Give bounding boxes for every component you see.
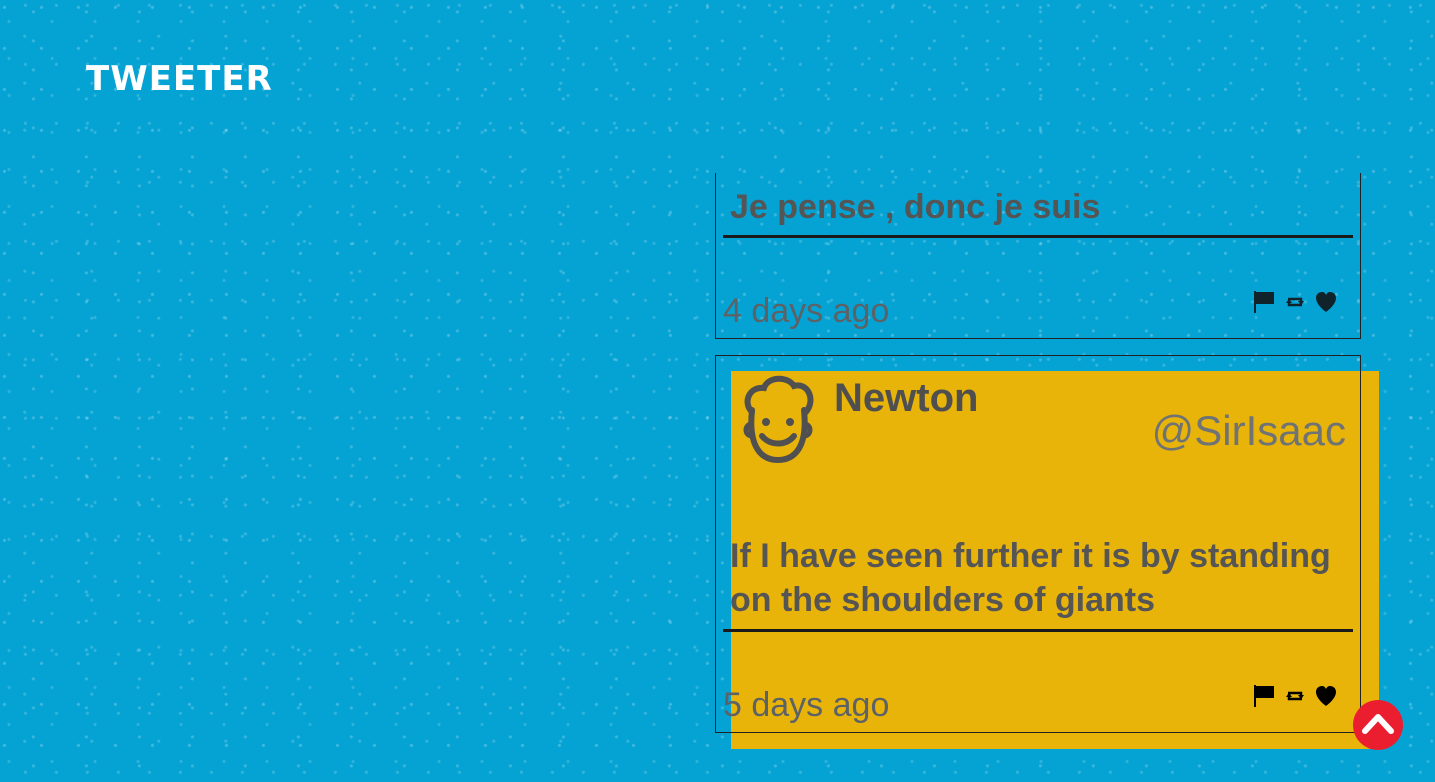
tweet-card: Je pense , donc je suis 4 days ago <box>715 173 1361 339</box>
tweet-content: Je pense , donc je suis <box>730 188 1101 226</box>
avatar <box>730 370 826 466</box>
tweet-content: If I have seen further it is by standing… <box>730 537 1331 619</box>
retweet-icon[interactable] <box>1284 687 1306 705</box>
tweet-divider <box>723 629 1353 632</box>
flag-icon[interactable] <box>1252 684 1276 708</box>
retweet-icon[interactable] <box>1284 293 1306 311</box>
tweet-feed: Je pense , donc je suis 4 days ago Newto… <box>715 0 1379 782</box>
scroll-to-top-button[interactable] <box>1353 700 1403 750</box>
heart-icon[interactable] <box>1314 291 1338 313</box>
tweet-timestamp: 4 days ago <box>723 292 890 330</box>
brand-logo[interactable]: TWEETER <box>86 62 273 96</box>
tweet-author-name: Newton <box>834 376 979 420</box>
flag-icon[interactable] <box>1252 290 1276 314</box>
tweet-body: Newton @SirIsaac If I have seen further … <box>716 356 1360 732</box>
tweet-divider <box>723 235 1353 238</box>
tweet-author-handle: @SirIsaac <box>1151 407 1346 454</box>
tweet-card: Newton @SirIsaac If I have seen further … <box>715 355 1379 749</box>
tweet-timestamp: 5 days ago <box>723 686 890 724</box>
tweet-actions <box>1252 684 1338 708</box>
heart-icon[interactable] <box>1314 685 1338 707</box>
chevron-up-icon <box>1361 709 1395 742</box>
tweet-body: Je pense , donc je suis 4 days ago <box>716 173 1360 338</box>
tweet-actions <box>1252 290 1338 314</box>
